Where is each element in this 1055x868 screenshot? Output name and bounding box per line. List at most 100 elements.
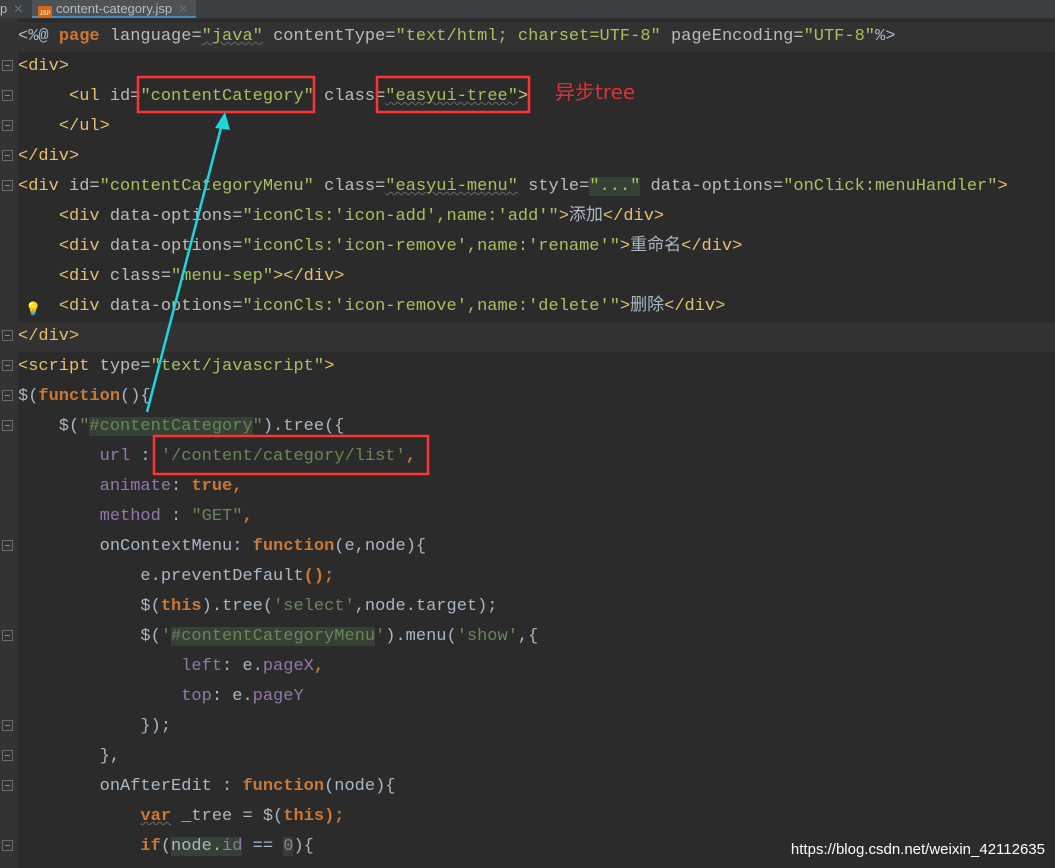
code-editor[interactable]: <%@ page language="java" contentType="te… — [0, 22, 1055, 862]
code-token: id= — [69, 177, 100, 196]
code-token: if — [140, 837, 161, 856]
fold-toggle-icon[interactable] — [2, 540, 13, 551]
code-token: function — [252, 537, 335, 556]
code-token: : — [171, 477, 192, 496]
code-token: pageX — [262, 657, 314, 676]
code-token: "menu-sep" — [171, 267, 274, 286]
code-token: style= — [517, 177, 590, 196]
code-line[interactable]: <div data-options="iconCls:'icon-remove'… — [0, 232, 1055, 262]
editor-tab-bar: p ✕ JSP content-category.jsp ✕ — [0, 0, 1055, 19]
code-token: #contentCategory — [89, 417, 253, 436]
fold-toggle-icon[interactable] — [2, 840, 13, 851]
fold-toggle-icon[interactable] — [2, 420, 13, 431]
code-token: </div> — [681, 237, 743, 256]
code-line[interactable]: method : "GET", — [0, 502, 1055, 532]
code-token: > — [619, 297, 631, 316]
code-token: (); — [303, 567, 335, 586]
fold-toggle-icon[interactable] — [2, 330, 13, 341]
code-token: $( — [18, 597, 161, 616]
code-line[interactable]: animate: true, — [0, 472, 1055, 502]
code-token: class= — [313, 177, 386, 196]
code-token: data-options= — [109, 207, 243, 226]
code-token: </div> — [602, 207, 665, 226]
code-token: $( — [18, 627, 161, 646]
code-line[interactable]: <div data-options="iconCls:'icon-add',na… — [0, 202, 1055, 232]
code-line[interactable]: <script type="text/javascript"> — [0, 352, 1055, 382]
code-line[interactable]: <div id="contentCategoryMenu" class="eas… — [0, 172, 1055, 202]
code-token: animate — [99, 477, 172, 496]
code-token: : — [211, 777, 243, 796]
code-line[interactable]: }, — [0, 742, 1055, 772]
code-line[interactable]: onContextMenu: function(e,node){ — [0, 532, 1055, 562]
fold-toggle-icon[interactable] — [2, 60, 13, 71]
fold-toggle-icon[interactable] — [2, 780, 13, 791]
code-token: _tree = $( — [171, 807, 284, 826]
code-token: page — [58, 27, 100, 46]
code-line[interactable]: </ul> — [0, 112, 1055, 142]
code-token: "contentCategory" — [140, 87, 314, 106]
code-token: ).menu( — [385, 627, 457, 646]
code-line[interactable]: onAfterEdit : function(node){ — [0, 772, 1055, 802]
fold-toggle-icon[interactable] — [2, 180, 13, 191]
code-line[interactable]: $(function(){ — [0, 382, 1055, 412]
code-token: <div — [58, 237, 110, 256]
code-token: class= — [313, 87, 386, 106]
code-token: ).tree( — [201, 597, 274, 616]
code-line[interactable]: top: e.pageY — [0, 682, 1055, 712]
code-line[interactable]: <div class="menu-sep"></div> — [0, 262, 1055, 292]
code-token: method — [99, 507, 161, 526]
lightbulb-icon[interactable]: 💡 — [25, 302, 41, 317]
fold-toggle-icon[interactable] — [2, 720, 13, 731]
code-token: : — [232, 537, 253, 556]
code-token: <div — [18, 177, 70, 196]
code-line[interactable]: </div> — [0, 322, 1055, 352]
code-token: data-options= — [109, 237, 243, 256]
code-token: <%@ — [18, 27, 59, 46]
code-token: top — [181, 687, 212, 706]
code-token: ,{ — [517, 627, 539, 646]
fold-toggle-icon[interactable] — [2, 390, 13, 401]
code-token: > — [619, 237, 631, 256]
code-line[interactable]: </div> — [0, 142, 1055, 172]
code-token: '/content/category/list' — [160, 447, 406, 466]
fold-toggle-icon[interactable] — [2, 630, 13, 641]
fold-toggle-icon[interactable] — [2, 360, 13, 371]
code-token: </ul> — [58, 117, 110, 136]
code-line[interactable]: left: e.pageX, — [0, 652, 1055, 682]
code-line[interactable]: <div data-options="iconCls:'icon-remove'… — [0, 292, 1055, 322]
code-token: "easyui-tree" — [385, 87, 518, 106]
code-token: "..." — [589, 177, 641, 196]
tab-previous-file[interactable]: p ✕ — [0, 0, 27, 18]
fold-toggle-icon[interactable] — [2, 120, 13, 131]
code-token: data-options= — [109, 297, 243, 316]
tab-content-category-jsp[interactable]: JSP content-category.jsp ✕ — [32, 0, 197, 18]
code-line[interactable]: <div> — [0, 52, 1055, 82]
code-line[interactable]: $('#contentCategoryMenu').menu('show',{ — [0, 622, 1055, 652]
code-token: contentType= — [262, 27, 396, 46]
close-icon[interactable]: ✕ — [178, 2, 188, 16]
fold-toggle-icon[interactable] — [2, 150, 13, 161]
code-line[interactable]: $("#contentCategory").tree({ — [0, 412, 1055, 442]
code-line[interactable]: var _tree = $(this); — [0, 802, 1055, 832]
code-token: " — [252, 417, 263, 436]
tab-label: p — [0, 1, 8, 16]
fold-toggle-icon[interactable] — [2, 750, 13, 761]
code-line[interactable]: }); — [0, 712, 1055, 742]
code-token: </div> — [18, 147, 80, 166]
close-icon[interactable]: ✕ — [13, 2, 23, 16]
code-line[interactable]: $(this).tree('select',node.target); — [0, 592, 1055, 622]
code-token: function — [242, 777, 325, 796]
code-line[interactable]: e.preventDefault(); — [0, 562, 1055, 592]
code-line[interactable]: <ul id="contentCategory" class="easyui-t… — [0, 82, 1055, 112]
code-token: (){ — [120, 387, 151, 406]
fold-toggle-icon[interactable] — [2, 90, 13, 101]
code-line[interactable]: <%@ page language="java" contentType="te… — [0, 22, 1055, 52]
code-line[interactable]: url : '/content/category/list', — [0, 442, 1055, 472]
code-token: > — [517, 87, 529, 106]
